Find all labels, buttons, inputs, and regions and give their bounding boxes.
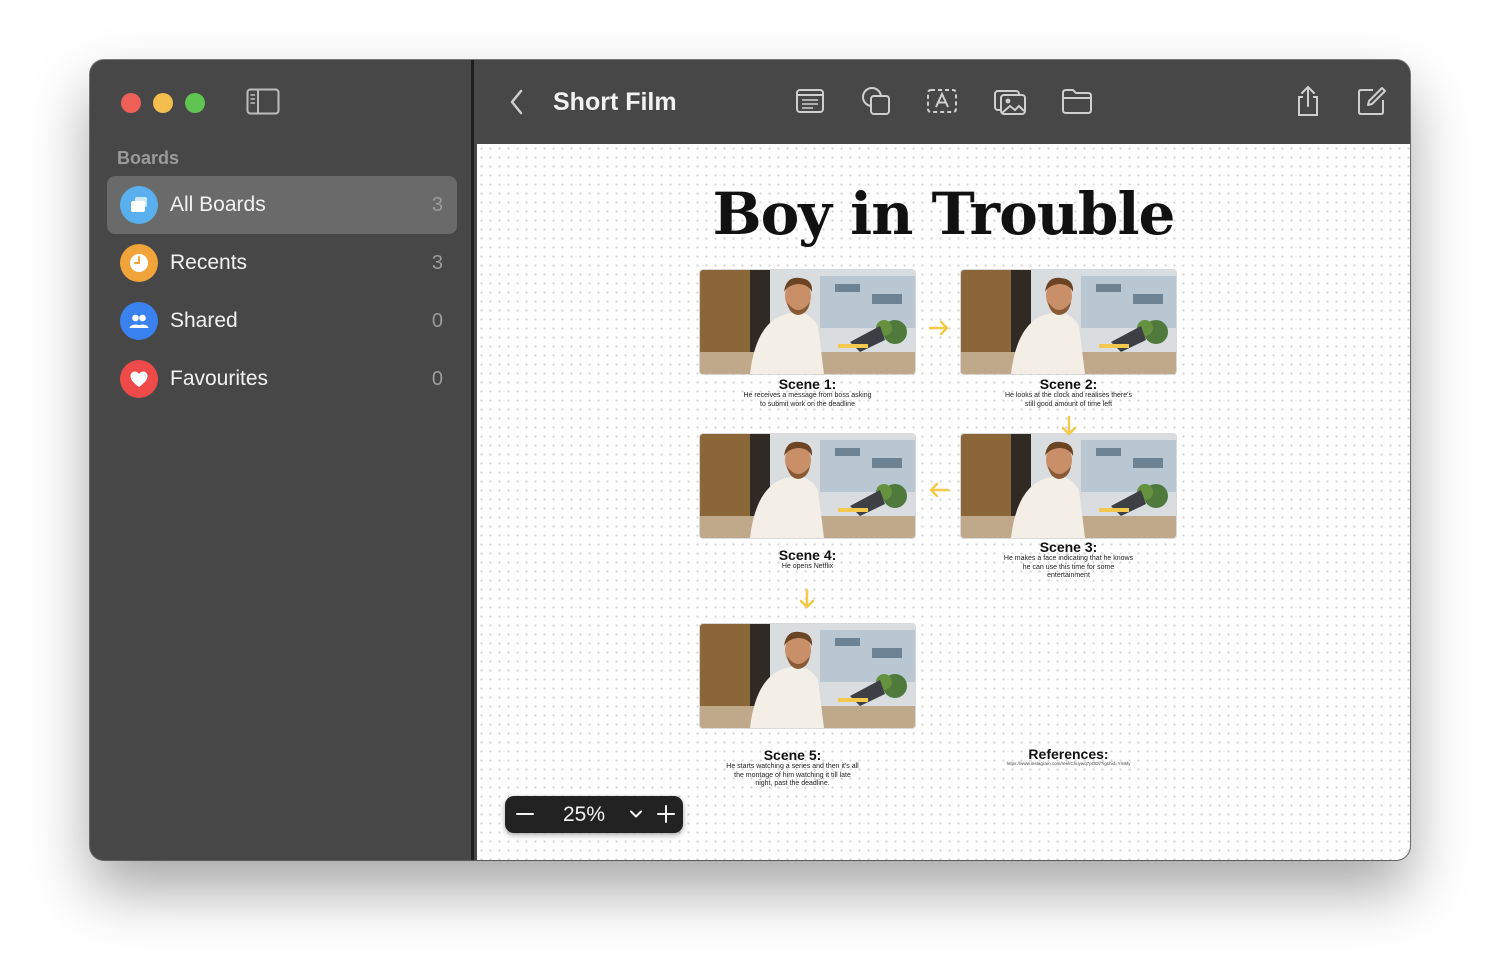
media-icon[interactable] [993, 84, 1027, 118]
scene-4-title: Scene 4: [778, 547, 837, 563]
arrow-right-icon [928, 320, 949, 336]
scene-2-image[interactable] [961, 270, 1176, 374]
sidebar-item-count: 0 [431, 367, 443, 390]
main-area: Short Film Boy in Trouble Scene 1: He re… [477, 60, 1410, 860]
references-title: References: [1028, 746, 1109, 762]
scene-4-image[interactable] [700, 434, 915, 538]
board-title: Boy in Trouble [712, 180, 1176, 248]
scene-1-description: He receives a message from boss asking t… [743, 392, 872, 408]
text-box-icon[interactable] [793, 84, 827, 118]
share-icon[interactable] [1291, 84, 1325, 118]
scene-4-description: He opens Netflix [781, 563, 834, 570]
scene-2-description: He looks at the clock and realises there… [1004, 392, 1132, 408]
minimize-window-button[interactable] [153, 93, 173, 113]
boards-icon [120, 186, 158, 224]
maximize-window-button[interactable] [185, 93, 205, 113]
app-window: Boards All Boards 3 Recents 3 Shared 0 F… [90, 60, 1410, 860]
zoom-in-button[interactable] [656, 804, 676, 824]
scene-3-description: He makes a face indicating that he knows… [1003, 555, 1134, 579]
arrow-down-icon [1061, 415, 1077, 436]
scene-5-title: Scene 5: [763, 747, 822, 763]
chevron-down-icon[interactable] [629, 807, 643, 821]
arrow-left-icon [929, 482, 950, 498]
clock-icon [120, 244, 158, 282]
window-controls [121, 93, 205, 113]
scene-5-description: He starts watching a series and then it'… [726, 763, 859, 787]
sidebar-heading: Boards [117, 148, 180, 168]
sidebar-item-label: Shared [170, 309, 238, 332]
zoom-level[interactable]: 25% [563, 803, 605, 827]
sidebar: Boards All Boards 3 Recents 3 Shared 0 F… [90, 60, 474, 860]
scene-5-image[interactable] [700, 624, 915, 728]
sidebar-item-all-boards[interactable]: All Boards 3 [107, 176, 457, 234]
sidebar-item-count: 3 [431, 251, 443, 274]
heart-icon [120, 360, 158, 398]
scene-1-title: Scene 1: [778, 376, 837, 392]
sidebar-list: All Boards 3 Recents 3 Shared 0 Favourit… [107, 176, 457, 408]
back-chevron-icon[interactable] [507, 88, 527, 116]
close-window-button[interactable] [121, 93, 141, 113]
folder-icon[interactable] [1060, 84, 1094, 118]
people-icon [120, 302, 158, 340]
toolbar: Short Film [477, 60, 1410, 144]
sidebar-item-shared[interactable]: Shared 0 [107, 292, 457, 350]
board-name: Short Film [553, 88, 677, 116]
shapes-icon[interactable] [859, 84, 893, 118]
sidebar-item-label: Favourites [170, 367, 269, 390]
references-url[interactable]: https://www.instagram.com/reel/Chuywq7pO… [961, 761, 1176, 766]
sidebar-item-favourites[interactable]: Favourites 0 [107, 350, 457, 408]
scene-3-image[interactable] [961, 434, 1176, 538]
scene-3-title: Scene 3: [1039, 539, 1098, 555]
sidebar-toggle-icon[interactable] [246, 88, 280, 115]
board-canvas[interactable]: Boy in Trouble Scene 1: He receives a me… [477, 144, 1410, 860]
compose-icon[interactable] [1354, 84, 1388, 118]
zoom-control: 25% [505, 796, 683, 833]
sidebar-item-label: All Boards [170, 193, 266, 216]
text-tool-icon[interactable] [925, 84, 959, 118]
scene-1-image[interactable] [700, 270, 915, 374]
scene-2-title: Scene 2: [1039, 376, 1098, 392]
sidebar-item-count: 3 [431, 193, 443, 216]
arrow-down-icon [799, 588, 815, 609]
sidebar-item-recents[interactable]: Recents 3 [107, 234, 457, 292]
sidebar-item-label: Recents [170, 251, 248, 274]
zoom-out-button[interactable] [515, 804, 535, 824]
sidebar-item-count: 0 [431, 309, 443, 332]
